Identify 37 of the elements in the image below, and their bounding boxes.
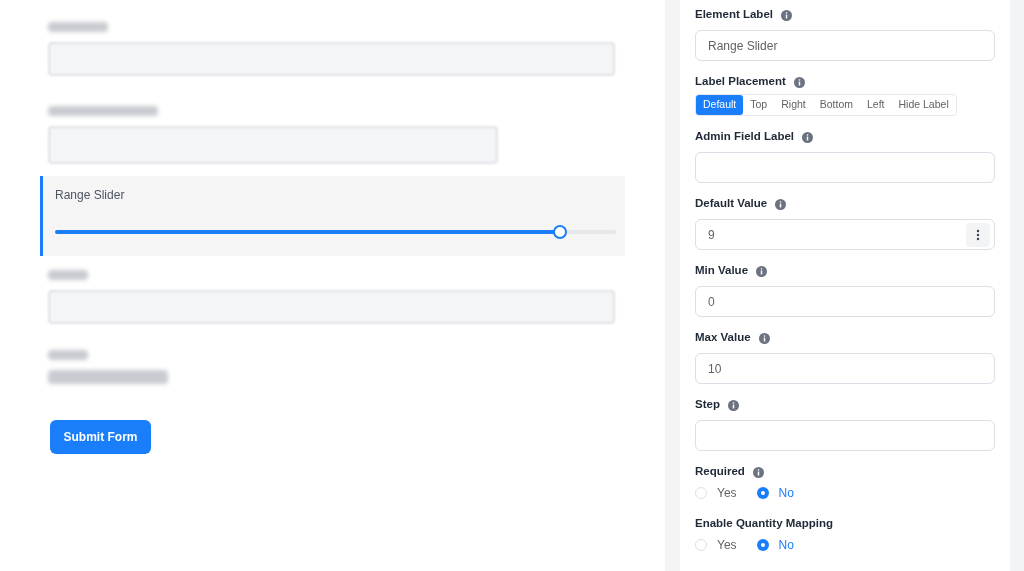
placement-tab[interactable]: Bottom [812,95,860,115]
radio-label: Yes [717,537,737,554]
blurred-label [48,270,88,280]
field-label: Max Value [695,330,751,346]
radio-button[interactable] [695,539,707,551]
radio-label: No [778,537,794,554]
submit-button[interactable]: Submit Form [50,420,151,454]
field-label: Admin Field Label [695,129,795,145]
placement-tab[interactable]: Left [860,95,892,115]
placement-tab[interactable]: Hide Label [891,95,956,115]
input-field[interactable] [695,420,995,451]
slider-thumb[interactable] [552,225,567,239]
radio-button[interactable] [756,487,769,499]
more-icon[interactable] [966,222,990,247]
blurred-label [48,350,88,360]
placement-tab[interactable]: Top [743,95,775,115]
placement-tab[interactable]: Right [774,95,813,115]
input-field[interactable]: Range Slider [695,30,995,61]
radio-label: No [778,485,794,502]
radio-button[interactable] [695,487,707,499]
field-label: Label Placement [695,74,786,90]
input-field[interactable]: 9 [695,219,995,250]
input-field[interactable]: 0 [695,286,995,317]
slider-label: Range Slider [55,187,126,204]
radio-button[interactable] [756,539,769,551]
field-label: Default Value [695,196,768,212]
input-field[interactable] [695,152,995,183]
field-label: Enable Quantity Mapping [695,516,833,532]
field-label: Element Label [695,7,773,23]
field-label: Required [695,464,745,480]
input-field[interactable]: 10 [695,353,995,384]
radio-label: Yes [717,485,737,502]
slider-block[interactable]: Range Slider [40,176,625,256]
field-label: Step [695,397,720,413]
field-label: Min Value [695,263,749,279]
blurred-label [48,22,108,32]
placement-tab[interactable]: Default [696,95,744,115]
